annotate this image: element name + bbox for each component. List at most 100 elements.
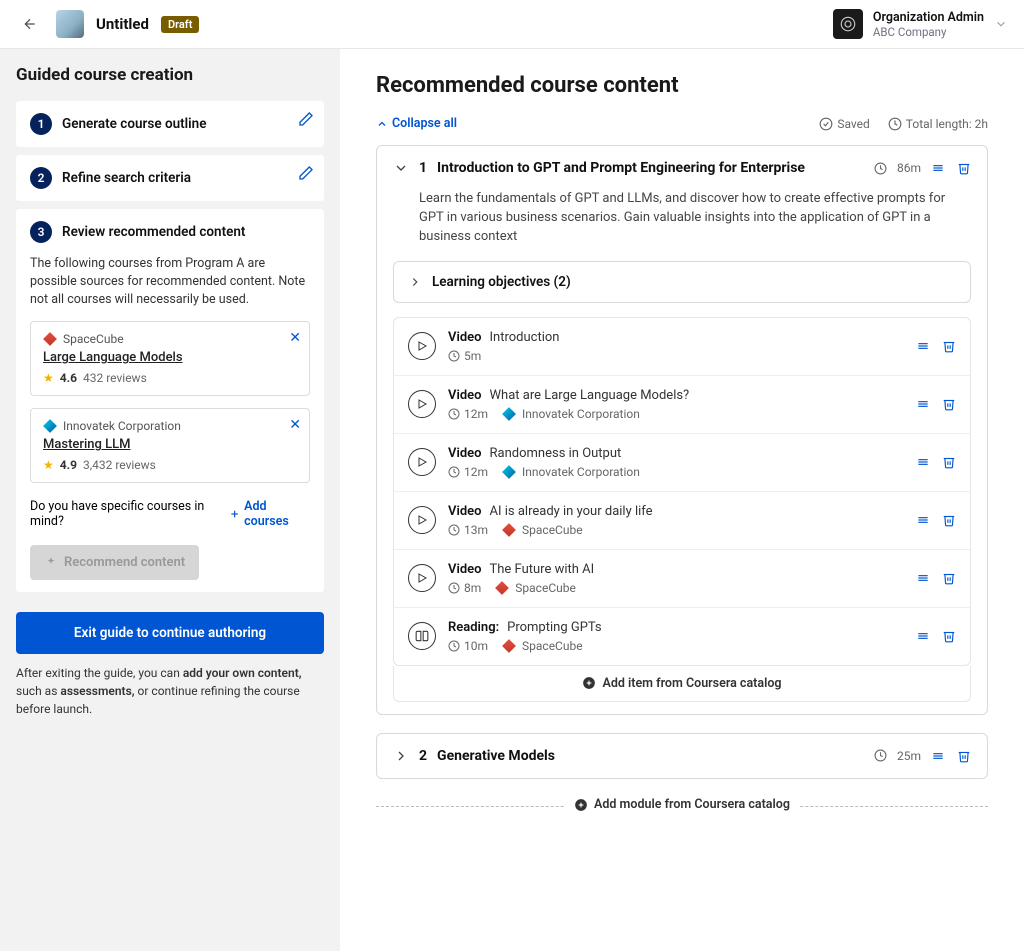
delete-icon[interactable] [942,513,956,527]
sidebar: Guided course creation 1 Generate course… [0,49,340,951]
edit-icon[interactable] [298,111,314,127]
provider-icon [502,523,516,537]
add-module-button[interactable]: Add module from Coursera catalog [376,797,988,816]
org-name: ABC Company [873,25,984,39]
item-title: What are Large Language Models? [490,388,690,403]
provider-name: Innovatek Corporation [63,419,181,433]
reorder-icon[interactable] [931,749,945,763]
top-bar: Untitled Draft Organization Admin ABC Co… [0,0,1024,49]
provider-icon [502,407,516,421]
content-item[interactable]: VideoIntroduction 5m [394,318,970,376]
remove-source-icon[interactable]: ✕ [289,417,301,433]
delete-icon[interactable] [942,397,956,411]
reorder-icon[interactable] [916,629,930,643]
user-menu[interactable]: Organization Admin ABC Company [833,9,1008,39]
add-courses-link[interactable]: Add courses [229,499,310,529]
item-duration: 5m [464,349,481,363]
module-duration: 86m [897,161,921,175]
review-count: 432 reviews [83,371,147,385]
item-duration: 12m [464,465,488,479]
arrow-left-icon [22,16,38,32]
remove-source-icon[interactable]: ✕ [289,330,301,346]
reorder-icon[interactable] [931,161,945,175]
module-description: Learn the fundamentals of GPT and LLMs, … [377,190,987,261]
star-icon: ★ [43,458,54,472]
item-duration: 12m [464,407,488,421]
play-icon [408,448,436,476]
source-course-link[interactable]: Large Language Models [43,350,297,365]
delete-icon[interactable] [957,749,971,763]
recommend-content-button: Recommend content [30,545,199,580]
plus-circle-icon [574,798,588,812]
content-item[interactable]: VideoAI is already in your daily life 13… [394,492,970,550]
item-type: Video [448,562,482,577]
exit-note: After exiting the guide, you can add you… [16,664,324,718]
step-label: Review recommended content [62,224,245,240]
learning-objectives-label: Learning objectives (2) [432,274,571,290]
reorder-icon[interactable] [916,339,930,353]
review-count: 3,432 reviews [83,458,156,472]
exit-guide-button[interactable]: Exit guide to continue authoring [16,612,324,654]
step-2[interactable]: 2 Refine search criteria [16,155,324,201]
reorder-icon[interactable] [916,571,930,585]
clock-icon [888,117,902,131]
clock-icon [448,582,460,594]
learning-objectives-toggle[interactable]: Learning objectives (2) [393,261,971,303]
item-title: Prompting GPTs [507,620,602,635]
rating-value: 4.6 [60,371,77,385]
step-label: Generate course outline [62,116,206,132]
item-title: AI is already in your daily life [490,504,653,519]
delete-icon[interactable] [942,339,956,353]
delete-icon[interactable] [942,455,956,469]
clock-icon [448,466,460,478]
status-bar: Saved Total length: 2h [819,117,988,131]
delete-icon[interactable] [957,161,971,175]
step-number: 3 [30,221,52,243]
back-button[interactable] [16,10,44,38]
clock-icon [448,350,460,362]
clock-icon [448,640,460,652]
edit-icon[interactable] [298,165,314,181]
reorder-icon[interactable] [916,513,930,527]
plus-icon [229,508,240,520]
content-item[interactable]: VideoWhat are Large Language Models? 12m… [394,376,970,434]
play-icon [408,564,436,592]
content-item[interactable]: Reading:Prompting GPTs 10mSpaceCube [394,608,970,665]
item-type: Video [448,330,482,345]
step-description: The following courses from Program A are… [30,255,310,309]
content-item[interactable]: VideoThe Future with AI 8mSpaceCube [394,550,970,608]
provider-name: Innovatek Corporation [522,465,640,479]
item-duration: 10m [464,639,488,653]
clock-icon [874,749,887,762]
reorder-icon[interactable] [916,455,930,469]
delete-icon[interactable] [942,571,956,585]
source-card: ✕ Innovatek Corporation Mastering LLM ★ 4… [30,408,310,483]
plus-circle-icon [582,676,596,690]
module-toggle[interactable] [393,160,409,176]
sparkle-icon [44,556,58,570]
step-number: 1 [30,113,52,135]
item-title: Randomness in Output [490,446,622,461]
sidebar-heading: Guided course creation [16,65,324,85]
source-course-link[interactable]: Mastering LLM [43,437,297,452]
rating-value: 4.9 [60,458,77,472]
module-1: 1 Introduction to GPT and Prompt Enginee… [376,145,988,715]
chevron-up-icon [376,118,388,130]
collapse-all-button[interactable]: Collapse all [376,116,457,131]
content-item[interactable]: Video Randomness in Output 12m Innovatek C… [394,434,970,492]
clock-icon [448,408,460,420]
delete-icon[interactable] [942,629,956,643]
clock-icon [874,162,887,175]
play-icon [408,390,436,418]
add-item-button[interactable]: Add item from Coursera catalog [393,666,971,702]
course-title: Untitled [96,15,149,33]
module-toggle[interactable] [393,748,409,764]
item-title: The Future with AI [490,562,595,577]
chevron-down-icon [994,17,1008,31]
item-type: Video [448,446,482,461]
provider-icon [502,465,516,479]
step-1[interactable]: 1 Generate course outline [16,101,324,147]
check-circle-icon [819,117,833,131]
reading-icon [408,622,436,650]
reorder-icon[interactable] [916,397,930,411]
